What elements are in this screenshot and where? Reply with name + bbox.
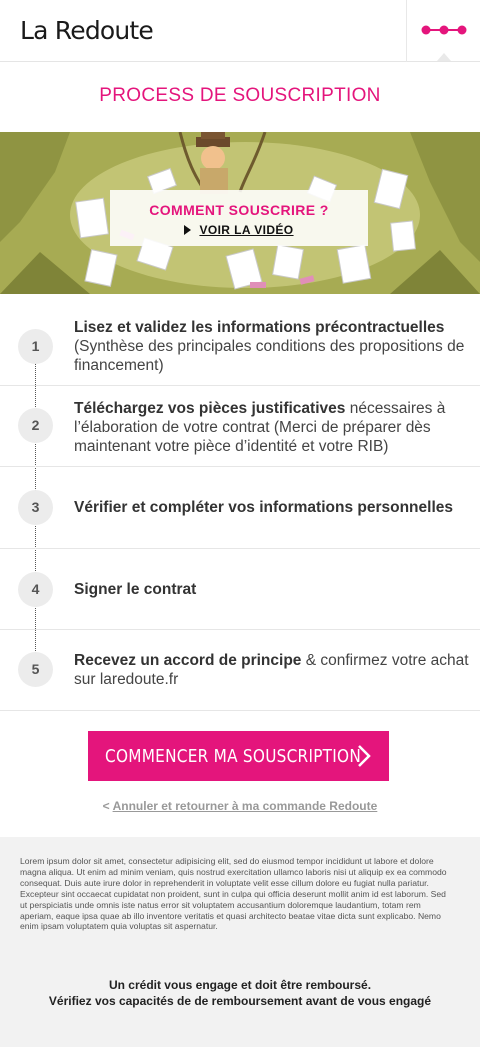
step-title: Vérifier et compléter vos informations p… bbox=[74, 499, 454, 516]
step-text: Signer le contrat bbox=[74, 580, 469, 599]
step-number: 4 bbox=[18, 572, 53, 607]
step-description: (Synthèse des principales conditions des… bbox=[74, 338, 465, 374]
cancel-return-link[interactable]: < Annuler et retourner à ma commande Red… bbox=[0, 799, 480, 813]
watch-video-label: VOIR LA VIDÉO bbox=[199, 223, 294, 237]
step-text: Téléchargez vos pièces justificatives né… bbox=[74, 399, 469, 456]
menu-button[interactable] bbox=[406, 0, 480, 62]
step-title: Recevez un accord de principe bbox=[74, 652, 302, 669]
step-item: 4 Signer le contrat bbox=[0, 549, 480, 630]
start-subscription-button[interactable]: COMMENCER MA SOUSCRIPTION bbox=[88, 731, 389, 781]
credit-warning: Un crédit vous engage et doit être rembo… bbox=[0, 977, 480, 1009]
la-redoute-logo[interactable]: La Redoute bbox=[20, 16, 154, 45]
chevron-right-icon bbox=[358, 745, 371, 767]
watch-video-link[interactable]: VOIR LA VIDÉO bbox=[110, 223, 368, 237]
dots-menu-icon bbox=[421, 25, 467, 35]
footer: Lorem ipsum dolor sit amet, consectetur … bbox=[0, 837, 480, 1047]
credit-warning-line-1: Un crédit vous engage et doit être rembo… bbox=[108, 978, 372, 992]
step-number: 3 bbox=[18, 490, 53, 525]
header: La Redoute bbox=[0, 0, 480, 62]
cancel-prefix: < bbox=[102, 799, 113, 813]
step-number: 5 bbox=[18, 652, 53, 687]
step-text: Vérifier et compléter vos informations p… bbox=[74, 498, 469, 517]
step-title: Téléchargez vos pièces justificatives bbox=[74, 400, 346, 417]
menu-caret-icon bbox=[437, 53, 451, 61]
start-subscription-label: COMMENCER MA SOUSCRIPTION bbox=[105, 746, 362, 767]
step-title: Lisez et validez les informations précon… bbox=[74, 319, 445, 336]
step-number: 1 bbox=[18, 329, 53, 364]
legal-text: Lorem ipsum dolor sit amet, consectetur … bbox=[20, 856, 447, 932]
step-item: 5 Recevez un accord de principe & confir… bbox=[0, 630, 480, 711]
video-banner[interactable]: COMMENT SOUSCRIRE ? VOIR LA VIDÉO bbox=[0, 132, 480, 294]
play-icon bbox=[184, 225, 192, 235]
step-item: 1 Lisez et validez les informations préc… bbox=[0, 305, 480, 386]
page-title: PROCESS DE SOUSCRIPTION bbox=[99, 85, 381, 106]
step-text: Lisez et validez les informations précon… bbox=[74, 318, 469, 375]
credit-warning-line-2: Vérifiez vos capacités de de rembourseme… bbox=[48, 994, 432, 1008]
step-number: 2 bbox=[18, 408, 53, 443]
cta-title: COMMENT SOUSCRIRE ? bbox=[149, 202, 329, 218]
step-item: 2 Téléchargez vos pièces justificatives … bbox=[0, 386, 480, 467]
cancel-link-label: Annuler et retourner à ma commande Redou… bbox=[112, 799, 378, 813]
step-item: 3 Vérifier et compléter vos informations… bbox=[0, 467, 480, 549]
video-cta-box[interactable]: COMMENT SOUSCRIRE ? VOIR LA VIDÉO bbox=[110, 190, 368, 246]
step-text: Recevez un accord de principe & confirme… bbox=[74, 651, 469, 689]
step-title: Signer le contrat bbox=[74, 581, 197, 598]
